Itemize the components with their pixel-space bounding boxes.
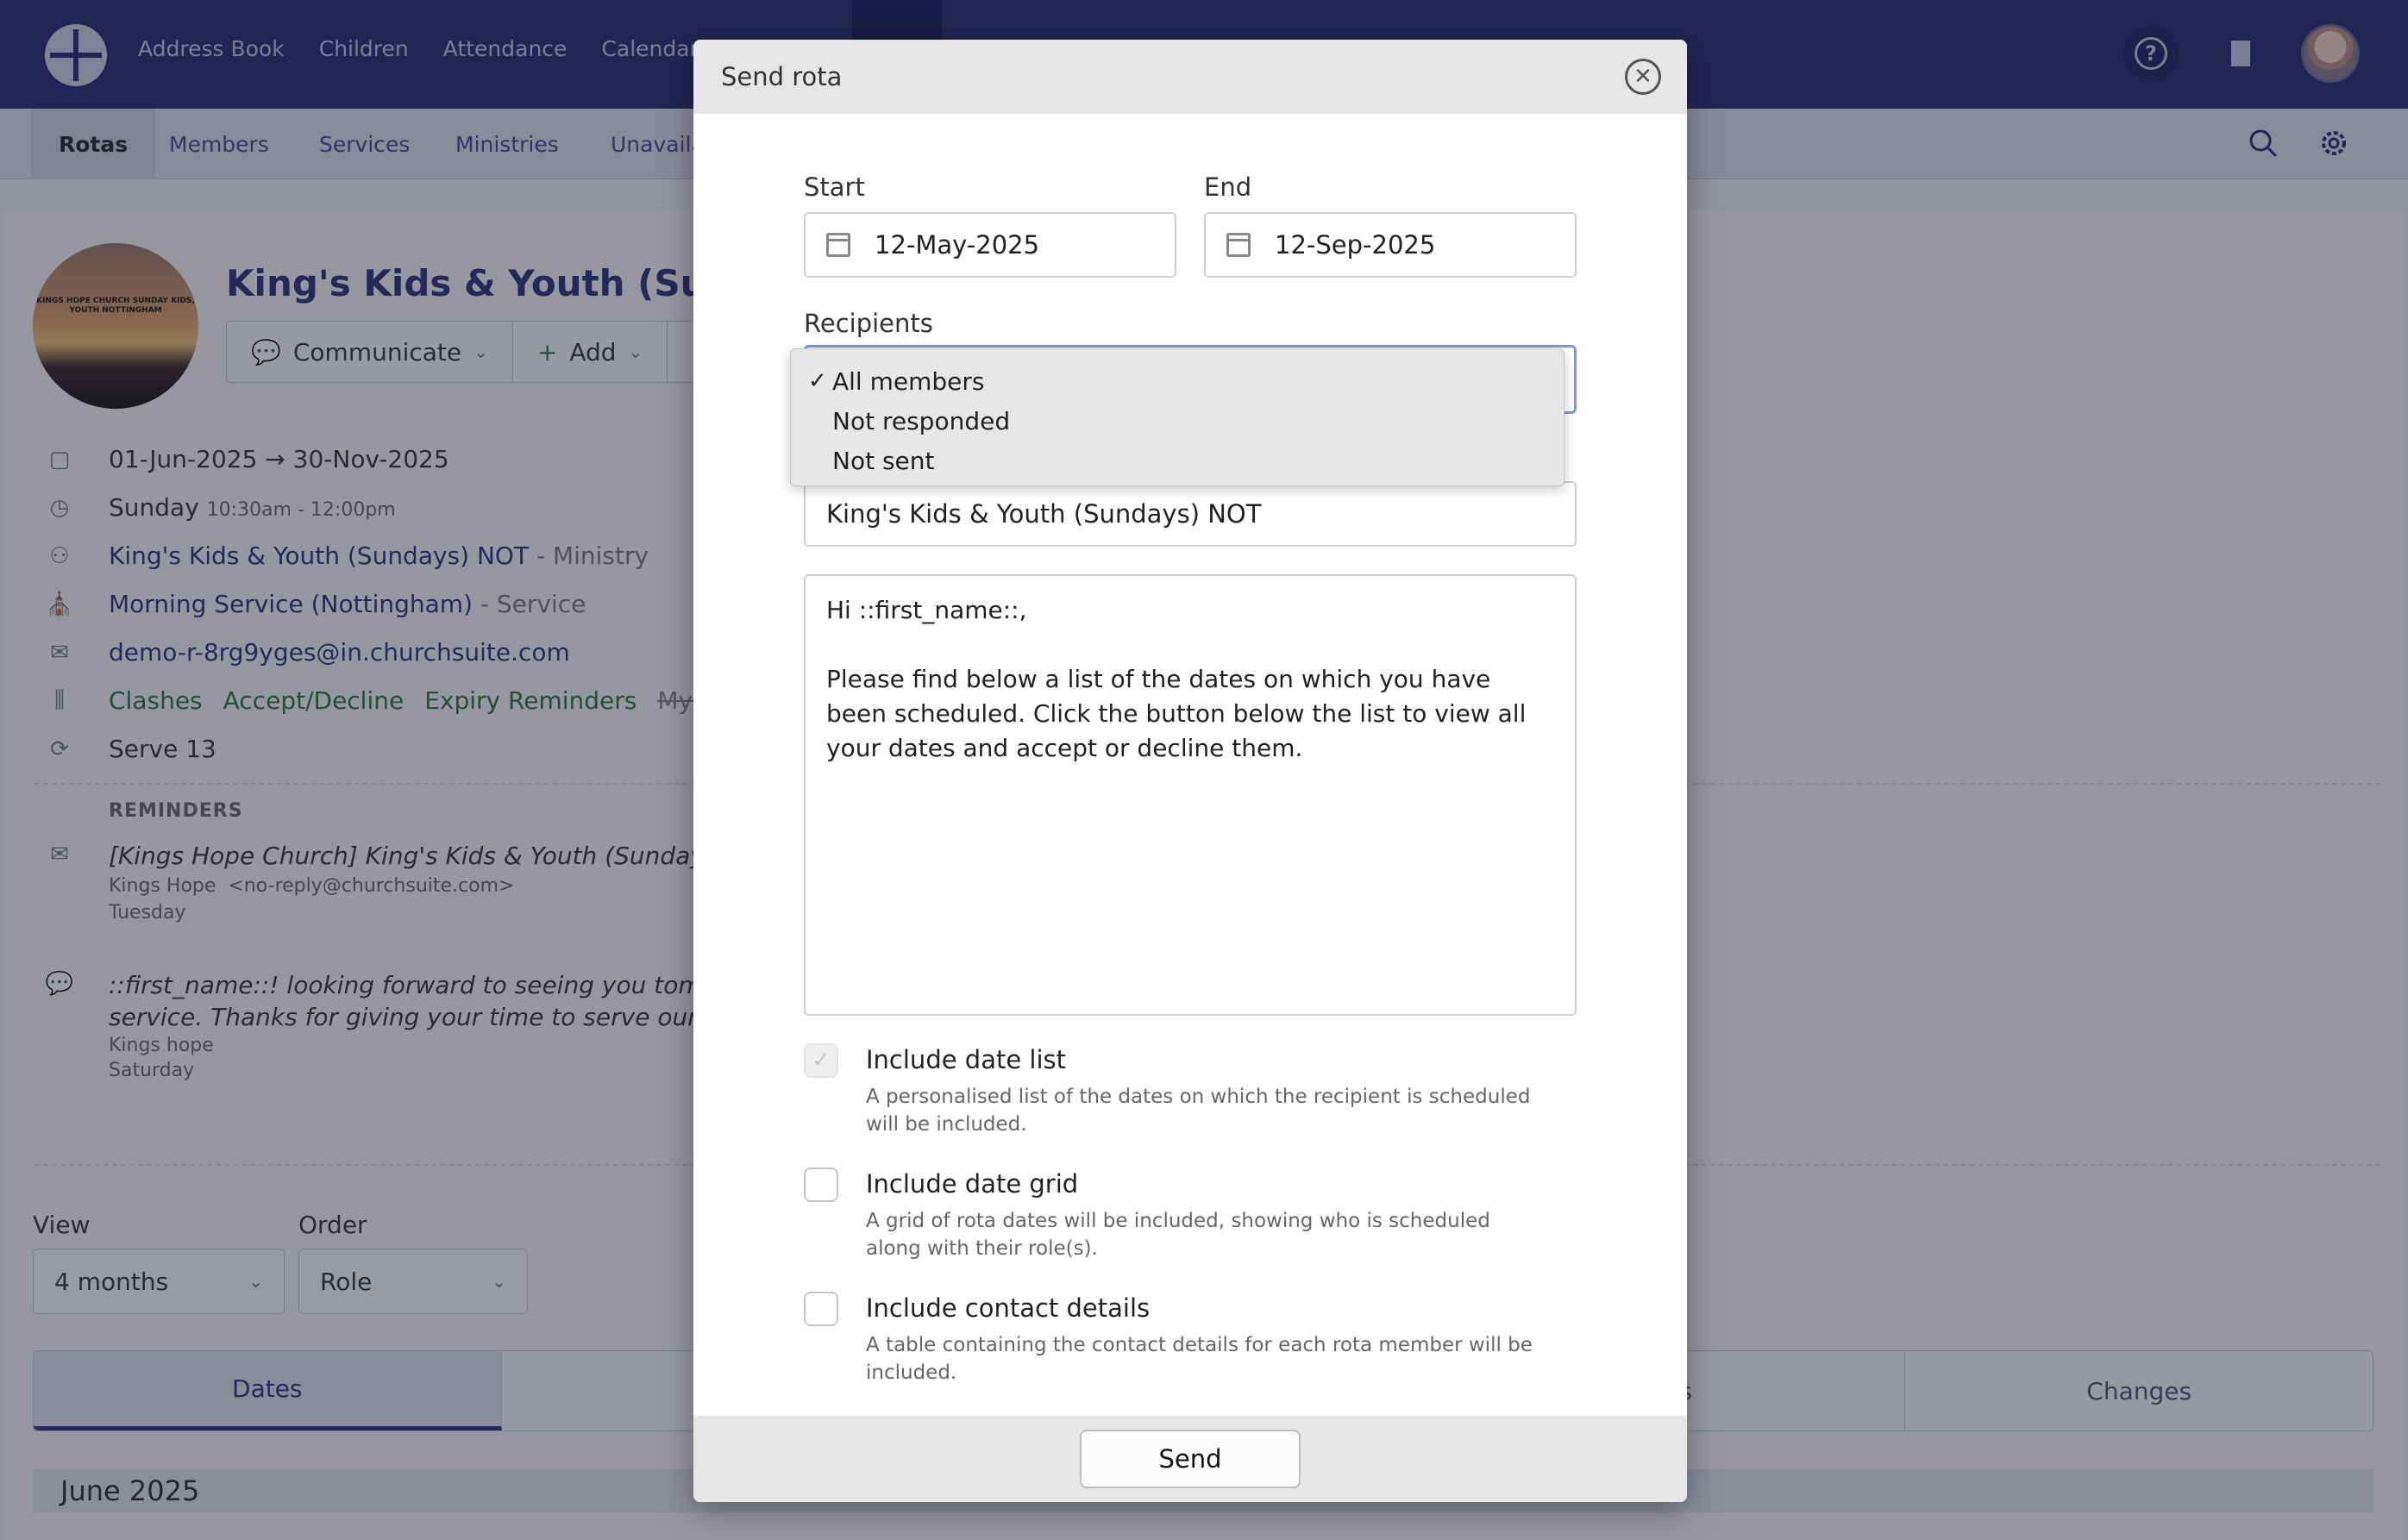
start-date-input[interactable]: 12-May-2025 xyxy=(804,212,1176,278)
recipients-option-all-members[interactable]: ✓ All members xyxy=(791,361,1564,401)
calendar-icon xyxy=(826,233,850,257)
send-button[interactable]: Send xyxy=(1080,1430,1301,1488)
recipients-dropdown: ✓ All members Not responded Not sent xyxy=(790,348,1565,486)
recipients-label: Recipients xyxy=(804,309,933,338)
start-date-value: 12-May-2025 xyxy=(875,230,1040,260)
include-contact-details-checkbox[interactable] xyxy=(804,1292,838,1326)
include-date-list-desc: A personalised list of the dates on whic… xyxy=(866,1086,1531,1136)
option-label: Not responded xyxy=(832,406,1011,435)
include-contact-details-label: Include contact details xyxy=(866,1293,1151,1323)
modal-title: Send rota xyxy=(721,62,843,91)
message-textarea[interactable]: Hi ::first_name::, Please find below a l… xyxy=(804,574,1577,1016)
include-date-grid-checkbox[interactable] xyxy=(804,1168,838,1202)
end-label: End xyxy=(1204,172,1252,202)
include-date-grid-label: Include date grid xyxy=(866,1169,1079,1199)
subject-input[interactable]: King's Kids & Youth (Sundays) NOT xyxy=(804,481,1577,547)
option-label: All members xyxy=(832,366,985,396)
send-rota-modal: Send rota ✕ Start 12-May-2025 End 12-Sep… xyxy=(693,40,1687,1502)
checkmark-icon: ✓ xyxy=(808,368,827,394)
end-date-value: 12-Sep-2025 xyxy=(1275,230,1436,260)
include-date-list-checkbox[interactable]: ✓ xyxy=(804,1043,838,1078)
option-label: Not sent xyxy=(832,446,935,475)
include-contact-details-desc: A table containing the contact details f… xyxy=(866,1334,1533,1384)
recipients-option-not-sent[interactable]: Not sent xyxy=(791,441,1564,480)
close-icon[interactable]: ✕ xyxy=(1625,59,1661,95)
calendar-icon xyxy=(1226,233,1251,257)
modal-footer: Send xyxy=(693,1416,1687,1502)
modal-header: Send rota xyxy=(693,40,1687,114)
recipients-option-not-responded[interactable]: Not responded xyxy=(791,401,1564,441)
subject-value: King's Kids & Youth (Sundays) NOT xyxy=(826,499,1262,529)
end-date-input[interactable]: 12-Sep-2025 xyxy=(1204,212,1577,278)
include-date-list-label: Include date list xyxy=(866,1045,1066,1074)
start-label: Start xyxy=(804,172,865,202)
include-date-grid-desc: A grid of rota dates will be included, s… xyxy=(866,1210,1490,1260)
